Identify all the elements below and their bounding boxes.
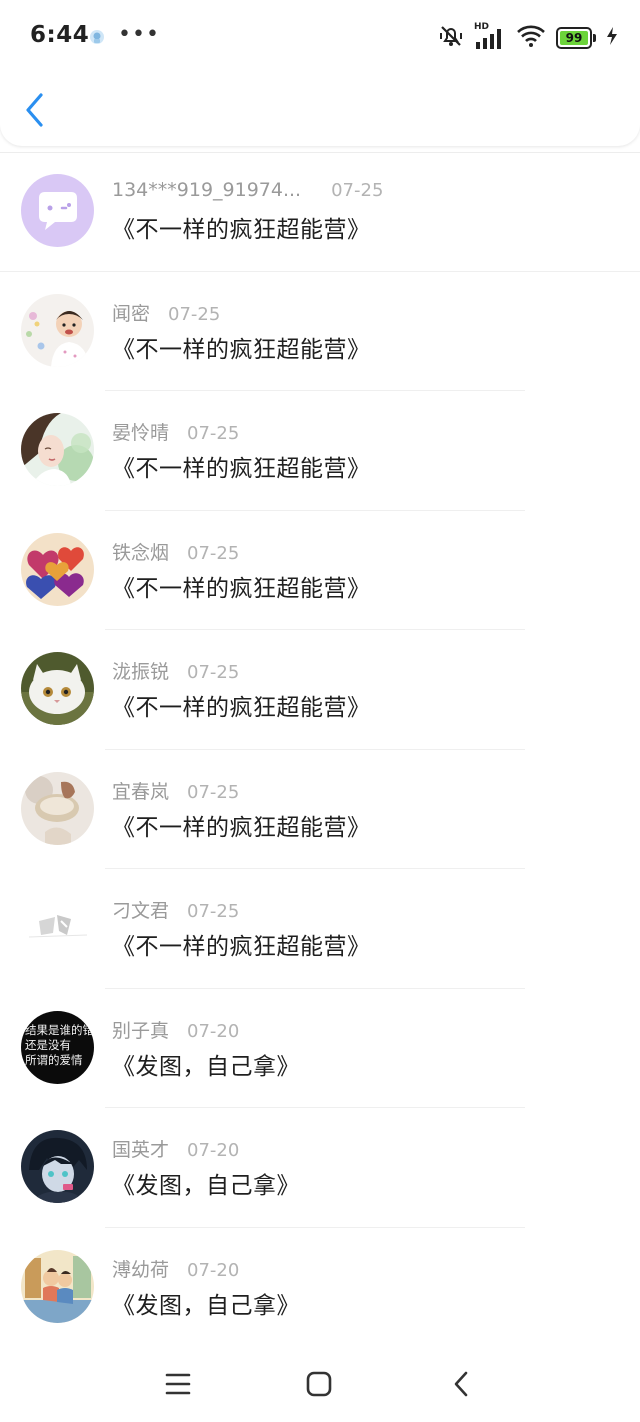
nav-bar	[0, 76, 640, 146]
back-icon	[454, 1371, 468, 1397]
item-date: 07-20	[187, 1140, 240, 1161]
item-date: 07-25	[168, 303, 221, 325]
item-title: 《发图，自己拿》	[112, 1292, 300, 1319]
item-title: 《不一样的疯狂超能营》	[112, 695, 371, 721]
item-meta: 晏怜晴 07-25	[112, 418, 239, 445]
item-meta: 泷振锐 07-25	[112, 657, 239, 684]
status-time: 6:44	[30, 22, 90, 48]
cat-avatar[interactable]	[21, 652, 94, 725]
list-item[interactable]: 溥幼荷 07-20 《发图，自己拿》	[0, 1228, 640, 1348]
system-nav-bar	[0, 1345, 640, 1422]
home-button[interactable]	[302, 1367, 336, 1401]
item-title: 《不一样的疯狂超能营》	[112, 456, 371, 482]
list-item[interactable]: 闻密 07-25 《不一样的疯狂超能营》	[0, 272, 640, 391]
item-title: 《不一样的疯狂超能营》	[112, 575, 371, 602]
wifi-icon	[516, 24, 546, 52]
item-date: 07-25	[331, 180, 384, 201]
hearts-avatar[interactable]	[21, 532, 94, 606]
item-meta: 闻密 07-25	[112, 299, 220, 326]
sender-name: 134***919_91974...	[112, 179, 302, 201]
item-title: 《发图，自己拿》	[112, 1173, 300, 1199]
baby-photo-avatar[interactable]	[21, 293, 94, 367]
item-date: 07-25	[187, 781, 240, 803]
item-meta: 溥幼荷 07-20	[112, 1255, 239, 1282]
list-item[interactable]: 国英才 07-20 《发图，自己拿》	[0, 1108, 640, 1228]
list-item[interactable]: 宜春岚 07-25 《不一样的疯狂超能营》	[0, 750, 640, 869]
item-title: 《不一样的疯狂超能营》	[112, 336, 371, 363]
list-item[interactable]: 结果是谁的错 还是没有 所谓的爱情 别子真 07-20 《发图，自己拿》	[0, 989, 640, 1108]
notification-app-icon	[88, 28, 106, 46]
chevron-left-icon	[26, 93, 43, 127]
avatar-text-line: 还是没有	[25, 1037, 71, 1052]
item-meta: 刁文君 07-25	[112, 896, 239, 923]
item-date: 07-20	[187, 1020, 240, 1042]
home-icon	[306, 1371, 332, 1397]
menu-button[interactable]	[161, 1367, 195, 1401]
list-item[interactable]: 铁念烟 07-25 《不一样的疯狂超能营》	[0, 511, 640, 630]
item-title: 《发图，自己拿》	[112, 1053, 300, 1080]
item-meta: 国英才 07-20	[112, 1135, 239, 1162]
sender-name: 铁念烟	[112, 541, 170, 564]
sender-name: 别子真	[112, 1019, 170, 1042]
battery-icon: 99	[556, 27, 596, 49]
item-meta: 别子真 07-20	[112, 1016, 239, 1043]
list-item[interactable]: 刁文君 07-25 《不一样的疯狂超能营》	[0, 869, 640, 989]
hand-avatar[interactable]	[21, 771, 94, 845]
message-list: 134***919_91974... 07-25 《不一样的疯狂超能营》 闻密 …	[0, 152, 640, 1347]
item-date: 07-25	[187, 423, 240, 444]
back-button[interactable]	[18, 90, 52, 130]
system-back-button[interactable]	[444, 1367, 478, 1401]
cellular-signal-icon: HD	[474, 22, 506, 51]
sender-name: 刁文君	[112, 900, 170, 922]
text-avatar[interactable]: 结果是谁的错 还是没有 所谓的爱情	[21, 1010, 94, 1084]
status-icons: HD 99	[438, 22, 618, 53]
sender-name: 国英才	[112, 1139, 170, 1161]
sender-name: 泷振锐	[112, 661, 170, 683]
avatar-text-line: 所谓的爱情	[25, 1052, 83, 1067]
sender-name: 闻密	[112, 302, 151, 325]
chat-bubble-avatar[interactable]	[21, 174, 94, 247]
sender-name: 溥幼荷	[112, 1258, 170, 1281]
item-meta: 铁念烟 07-25	[112, 538, 239, 565]
menu-icon	[165, 1373, 191, 1395]
item-title: 《不一样的疯狂超能营》	[112, 814, 371, 841]
illustration-avatar[interactable]	[21, 1249, 94, 1323]
item-title: 《不一样的疯狂超能营》	[112, 934, 371, 960]
avatar-text-line: 结果是谁的错	[25, 1022, 94, 1037]
list-item[interactable]: 晏怜晴 07-25 《不一样的疯狂超能营》	[0, 391, 640, 511]
anime-avatar[interactable]	[21, 1130, 94, 1203]
header: 6:44 ••• HD 99	[0, 0, 640, 146]
status-bar: 6:44 ••• HD 99	[0, 0, 640, 76]
sender-name: 晏怜晴	[112, 422, 170, 444]
mute-vibrate-icon	[438, 23, 464, 53]
portrait-avatar[interactable]	[21, 413, 94, 486]
list-item[interactable]: 泷振锐 07-25 《不一样的疯狂超能营》	[0, 630, 640, 750]
item-date: 07-25	[187, 662, 240, 683]
more-notifications-icon: •••	[118, 22, 160, 47]
list-item[interactable]: 134***919_91974... 07-25 《不一样的疯狂超能营》	[0, 152, 640, 272]
item-title: 《不一样的疯狂超能营》	[112, 217, 371, 243]
sender-name: 宜春岚	[112, 780, 170, 803]
item-date: 07-20	[187, 1259, 240, 1281]
battery-level: 99	[560, 31, 588, 45]
item-date: 07-25	[187, 542, 240, 564]
item-date: 07-25	[187, 901, 240, 922]
charging-icon	[606, 26, 618, 50]
sketch-avatar[interactable]	[21, 891, 94, 964]
item-meta: 宜春岚 07-25	[112, 777, 239, 804]
item-meta: 134***919_91974... 07-25	[112, 179, 383, 201]
